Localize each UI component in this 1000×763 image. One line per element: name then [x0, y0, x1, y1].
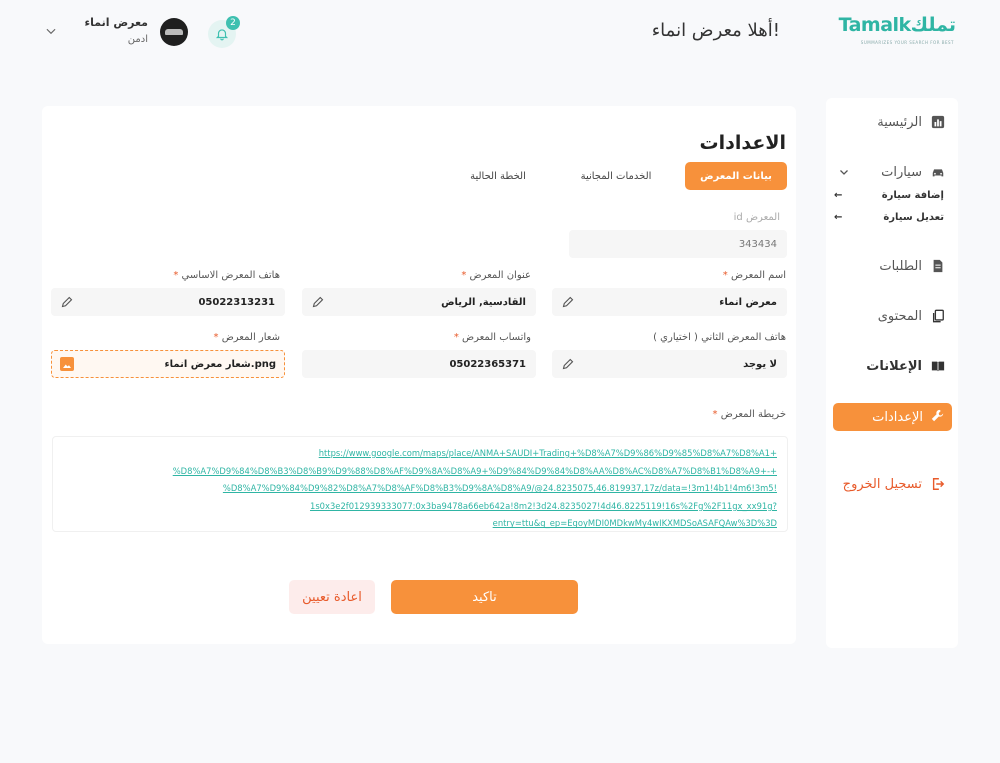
logo-brand: Tamalkتملك [838, 14, 957, 36]
sidebar-item-label: الرئيسية [877, 114, 922, 130]
showroom-address-field[interactable]: القادسية, الرياض [302, 288, 536, 316]
tamalk-logo[interactable]: Tamalkتملك SUMMARIZES YOUR SEARCH FOR BE… [839, 10, 957, 46]
primary-phone-value: 05022313231 [198, 296, 275, 308]
sidebar: الرئيسية سيارات إضافة سيارة ← تعديل سيار… [826, 98, 958, 648]
copy-icon [930, 308, 946, 324]
map-url-line[interactable]: %D8%A7%D9%84%D9%82%D8%A7%D8%AF%D8%B3%D9%… [63, 480, 777, 498]
tab-current-plan[interactable]: الخطة الحالية [465, 162, 531, 190]
sidebar-item-ads[interactable]: الإعلانات [866, 358, 946, 374]
logo-tagline: SUMMARIZES YOUR SEARCH FOR BEST [860, 40, 954, 45]
page-title: الاعدادات [699, 132, 786, 154]
reset-button[interactable]: اعادة تعيين [289, 580, 375, 614]
showroom-id-field: 343434 [569, 230, 787, 258]
whatsapp-label: واتساب المعرض * [453, 332, 531, 343]
document-icon [930, 258, 946, 274]
sidebar-subitem-label: إضافة سيارة [881, 190, 944, 201]
secondary-phone-label: هاتف المعرض الثاني ( اختياري ) [653, 332, 786, 343]
sidebar-item-label: المحتوى [877, 308, 922, 324]
sidebar-item-home[interactable]: الرئيسية [877, 114, 946, 130]
sidebar-item-settings[interactable]: الإعدادات [833, 403, 952, 431]
showroom-id-label: المعرض id [733, 212, 780, 223]
image-icon [60, 357, 74, 371]
sidebar-item-content[interactable]: المحتوى [878, 308, 946, 324]
sidebar-item-label: سيارات [881, 164, 922, 180]
showroom-name-label: اسم المعرض * [722, 270, 786, 281]
tab-showroom-data[interactable]: بيانات المعرض [685, 162, 787, 190]
primary-phone-label: هاتف المعرض الاساسي * [173, 270, 280, 281]
sidebar-subitem-label: تعديل سيارة [883, 212, 944, 223]
arrow-left-icon: ← [834, 212, 843, 223]
book-icon [930, 358, 946, 374]
showroom-name-value: معرض انماء [719, 296, 777, 308]
pencil-icon[interactable] [312, 296, 324, 308]
sidebar-item-cars[interactable]: سيارات [881, 164, 946, 180]
map-url-line[interactable]: entry=ttu&g_ep=EgoyMDI0MDkwMy4wIKXMDSoAS… [63, 515, 777, 533]
sidebar-item-label: تسجيل الخروج [842, 476, 922, 492]
bell-icon [215, 29, 229, 41]
logo-filename: شعار معرض انماء.png [164, 358, 276, 370]
top-header: Tamalkتملك SUMMARIZES YOUR SEARCH FOR BE… [0, 0, 1000, 66]
whatsapp-value: 05022365371 [449, 358, 526, 370]
chevron-down-icon[interactable] [44, 24, 58, 38]
car-icon [930, 164, 946, 180]
sidebar-subitem-edit-car[interactable]: تعديل سيارة ← [834, 212, 944, 223]
car-avatar-image [165, 29, 183, 35]
showroom-address-label: عنوان المعرض * [461, 270, 531, 281]
user-role: ادمن [127, 34, 148, 45]
showroom-address-value: القادسية, الرياض [441, 296, 526, 308]
showroom-name-field[interactable]: معرض انماء [552, 288, 787, 316]
welcome-message: أهلا معرض انماء! [651, 20, 780, 41]
notifications-button[interactable]: 2 [208, 16, 240, 48]
notification-badge: 2 [226, 16, 240, 30]
pencil-icon[interactable] [562, 358, 574, 370]
avatar[interactable] [160, 18, 188, 46]
secondary-phone-field[interactable]: لا يوجد [552, 350, 787, 378]
sidebar-item-orders[interactable]: الطلبات [879, 258, 946, 274]
sidebar-subitem-add-car[interactable]: إضافة سيارة ← [834, 190, 944, 201]
chevron-down-icon[interactable] [838, 166, 850, 178]
secondary-phone-value: لا يوجد [743, 358, 777, 370]
map-label: خريطة المعرض * [712, 409, 786, 420]
map-url-line[interactable]: https://www.google.com/maps/place/ANMA+S… [63, 445, 777, 463]
pencil-icon[interactable] [61, 296, 73, 308]
chart-icon [930, 114, 946, 130]
user-name: معرض انماء [84, 16, 148, 29]
primary-phone-field[interactable]: 05022313231 [51, 288, 285, 316]
logo-label: شعار المعرض * [213, 332, 280, 343]
settings-card: الاعدادات بيانات المعرض الخدمات المجانية… [42, 106, 796, 644]
sidebar-item-logout[interactable]: تسجيل الخروج [843, 476, 946, 492]
sidebar-item-label: الإعدادات [872, 409, 923, 425]
showroom-id-value: 343434 [738, 238, 777, 250]
sidebar-item-label: الإعلانات [866, 358, 922, 374]
whatsapp-field[interactable]: 05022365371 [302, 350, 536, 378]
tab-free-services[interactable]: الخدمات المجانية [576, 162, 656, 190]
pencil-icon[interactable] [562, 296, 574, 308]
confirm-button[interactable]: تاكيد [391, 580, 578, 614]
sidebar-item-label: الطلبات [879, 258, 922, 274]
wrench-icon [931, 409, 944, 426]
logout-icon [930, 476, 946, 492]
map-url-line[interactable]: %D8%A7%D9%84%D8%B3%D8%B9%D9%88%D8%AF%D9%… [63, 463, 777, 481]
map-url-textarea[interactable]: https://www.google.com/maps/place/ANMA+S… [52, 436, 788, 532]
logo-upload[interactable]: شعار معرض انماء.png [51, 350, 285, 378]
arrow-left-icon: ← [834, 190, 843, 201]
map-url-line[interactable]: 1s0x3e2f012939333077:0x3ba9478a66eb642a!… [63, 498, 777, 516]
